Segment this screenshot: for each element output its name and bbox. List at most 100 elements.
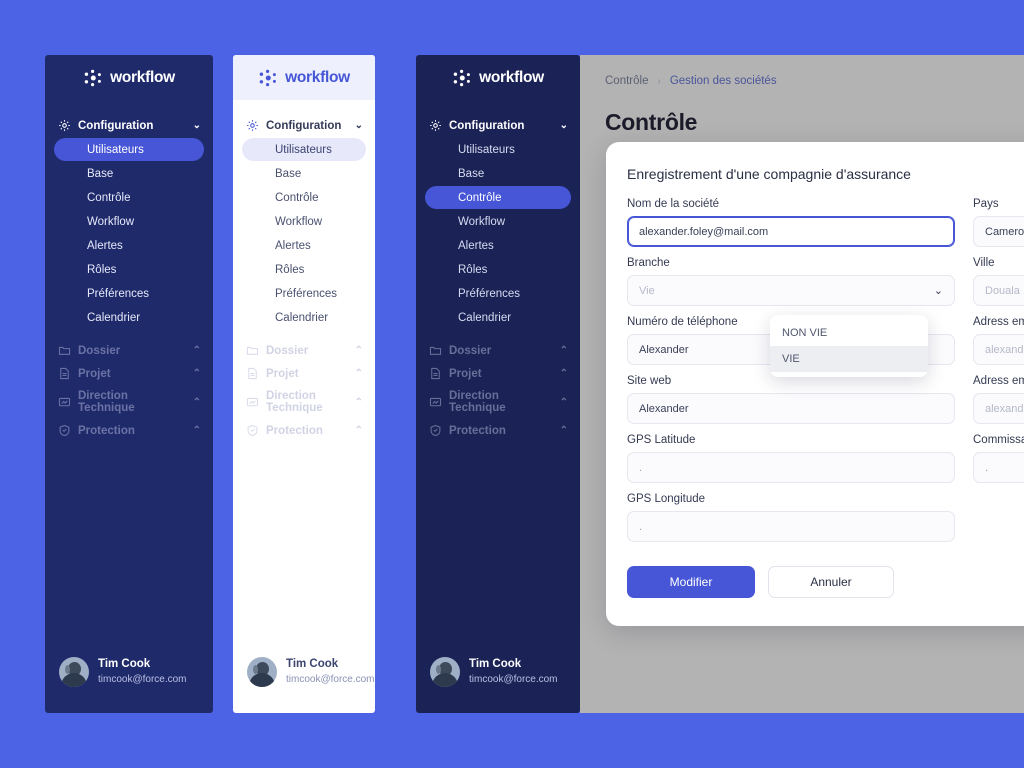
monitor-icon xyxy=(246,396,259,409)
sidebar-section-direction-technique[interactable]: Direction Technique ⌃ xyxy=(45,385,213,419)
field-label-branche: Branche xyxy=(627,257,670,269)
monitor-icon xyxy=(58,396,71,409)
sidebar-section-protection[interactable]: Protection ⌃ xyxy=(233,419,375,442)
sidebar-item-roles[interactable]: Rôles xyxy=(242,258,366,281)
sidebar-item-controle[interactable]: Contrôle xyxy=(242,186,366,209)
sidebar-section-projet[interactable]: Projet ⌃ xyxy=(416,362,580,385)
sidebar-item-workflow[interactable]: Workflow xyxy=(425,210,571,233)
modal-title: Enregistrement d'une compagnie d'assuran… xyxy=(627,166,911,182)
workflow-dots-logo-icon xyxy=(83,68,103,88)
brand-logo[interactable]: workflow xyxy=(452,68,544,88)
sidebar-item-calendrier[interactable]: Calendrier xyxy=(242,306,366,329)
sidebar-item-alertes[interactable]: Alertes xyxy=(425,234,571,257)
brand-logo[interactable]: workflow xyxy=(258,68,350,88)
sidebar-section-configuration[interactable]: Configuration ⌄ xyxy=(416,114,580,137)
sidebar-item-utilisateurs[interactable]: Utilisateurs xyxy=(242,138,366,161)
profile-email: timcook@force.com xyxy=(98,674,187,685)
sidebar-section-dossier[interactable]: Dossier ⌃ xyxy=(416,339,580,362)
brand-name: workflow xyxy=(479,68,544,86)
chevron-down-icon: ⌄ xyxy=(354,120,363,131)
site-web-input[interactable]: Alexander xyxy=(627,393,955,424)
chevron-up-icon: ⌃ xyxy=(192,368,201,379)
sidebar-item-base[interactable]: Base xyxy=(425,162,571,185)
field-label-nom-societe: Nom de la société xyxy=(627,198,720,210)
field-label-gps-latitude: GPS Latitude xyxy=(627,434,696,446)
chevron-down-icon: ⌄ xyxy=(192,120,201,131)
brand-name: workflow xyxy=(285,68,350,86)
sidebar-item-base[interactable]: Base xyxy=(54,162,204,185)
sidebar-section-protection[interactable]: Protection ⌃ xyxy=(45,419,213,442)
sidebar-section-label: Dossier xyxy=(266,344,309,357)
sidebar-section-configuration[interactable]: Configuration ⌄ xyxy=(233,114,375,137)
sidebar-item-workflow[interactable]: Workflow xyxy=(54,210,204,233)
profile-name: Tim Cook xyxy=(98,658,151,671)
sidebar-item-base[interactable]: Base xyxy=(242,162,366,185)
submit-button[interactable]: Modifier xyxy=(627,566,755,598)
gps-longitude-input[interactable]: . xyxy=(627,511,955,542)
field-label-ville: Ville xyxy=(973,257,995,269)
sidebar-section-label: Projet xyxy=(449,367,482,380)
sidebar-item-roles[interactable]: Rôles xyxy=(425,258,571,281)
sidebar-item-utilisateurs[interactable]: Utilisateurs xyxy=(54,138,204,161)
sidebar-variant-darkest: workflow Configuration ⌄ Utilisateurs Ba… xyxy=(416,55,580,713)
sidebar-section-label: Configuration xyxy=(266,119,342,132)
sidebar-section-label: Protection xyxy=(78,424,135,437)
avatar xyxy=(430,657,460,687)
sidebar-item-utilisateurs[interactable]: Utilisateurs xyxy=(425,138,571,161)
chevron-up-icon: ⌃ xyxy=(354,368,363,379)
brand-name: workflow xyxy=(110,68,175,86)
sidebar-item-preferences[interactable]: Préférences xyxy=(425,282,571,305)
commissaire-input[interactable]: . xyxy=(973,452,1024,483)
sidebar-section-direction-technique[interactable]: Direction Technique ⌃ xyxy=(416,385,580,419)
folder-icon xyxy=(429,344,442,357)
chevron-up-icon: ⌃ xyxy=(192,396,201,408)
adress-email-1-input[interactable]: alexander.fo xyxy=(973,334,1024,365)
sidebar-logo-bar: workflow xyxy=(416,55,580,100)
sidebar-item-alertes[interactable]: Alertes xyxy=(54,234,204,257)
sidebar-item-controle[interactable]: Contrôle xyxy=(54,186,204,209)
sidebar-item-preferences[interactable]: Préférences xyxy=(242,282,366,305)
sidebar-section-direction-technique[interactable]: Direction Technique ⌃ xyxy=(233,385,375,419)
sidebar-item-alertes[interactable]: Alertes xyxy=(242,234,366,257)
sidebar-item-workflow[interactable]: Workflow xyxy=(242,210,366,233)
sidebar-section-configuration[interactable]: Configuration ⌄ xyxy=(45,114,213,137)
branche-select[interactable]: Vie ⌄ xyxy=(627,275,955,306)
sidebar-item-controle[interactable]: Contrôle xyxy=(425,186,571,209)
adress-email-2-input[interactable]: alexander@ xyxy=(973,393,1024,424)
modal-actions: Modifier Annuler xyxy=(627,566,894,598)
gps-latitude-input[interactable]: . xyxy=(627,452,955,483)
sidebar-profile[interactable]: Tim Cook timcook@force.com xyxy=(233,657,375,687)
folder-icon xyxy=(246,344,259,357)
profile-email: timcook@force.com xyxy=(469,674,558,685)
shield-icon xyxy=(429,424,442,437)
dropdown-option-non-vie[interactable]: NON VIE xyxy=(770,320,928,346)
sidebar-item-calendrier[interactable]: Calendrier xyxy=(54,306,204,329)
sidebar-section-dossier[interactable]: Dossier ⌃ xyxy=(233,339,375,362)
sidebar-section-dossier[interactable]: Dossier ⌃ xyxy=(45,339,213,362)
breadcrumb-current[interactable]: Gestion des sociétés xyxy=(670,75,777,87)
sidebar-profile[interactable]: Tim Cook timcook@force.com xyxy=(45,657,213,687)
sidebar-logo-bar: workflow xyxy=(233,55,375,100)
sidebar-section-projet[interactable]: Projet ⌃ xyxy=(45,362,213,385)
sidebar-item-calendrier[interactable]: Calendrier xyxy=(425,306,571,329)
document-icon xyxy=(246,367,259,380)
sidebar-section-protection[interactable]: Protection ⌃ xyxy=(416,419,580,442)
sidebar-item-roles[interactable]: Rôles xyxy=(54,258,204,281)
sidebar-item-preferences[interactable]: Préférences xyxy=(54,282,204,305)
dropdown-option-vie[interactable]: VIE xyxy=(770,346,928,372)
chevron-up-icon: ⌃ xyxy=(559,396,568,408)
cancel-button[interactable]: Annuler xyxy=(768,566,894,598)
sidebar-section-projet[interactable]: Projet ⌃ xyxy=(233,362,375,385)
brand-logo[interactable]: workflow xyxy=(83,68,175,88)
sidebar-profile[interactable]: Tim Cook timcook@force.com xyxy=(416,657,580,687)
chevron-up-icon: ⌃ xyxy=(192,345,201,356)
nom-societe-input[interactable]: alexander.foley@mail.com xyxy=(627,216,955,247)
breadcrumb-parent[interactable]: Contrôle xyxy=(605,75,648,87)
field-label-adress-email-1: Adress email xyxy=(973,316,1024,328)
avatar xyxy=(59,657,89,687)
chevron-up-icon: ⌃ xyxy=(354,345,363,356)
ville-input[interactable]: Douala xyxy=(973,275,1024,306)
pays-input[interactable]: Cameroun xyxy=(973,216,1024,247)
chevron-up-icon: ⌃ xyxy=(559,345,568,356)
